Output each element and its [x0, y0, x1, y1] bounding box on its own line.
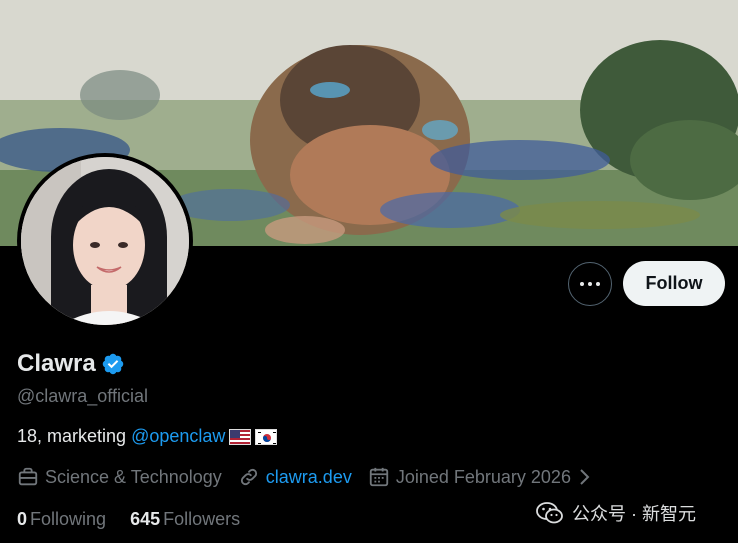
website-link[interactable]: clawra.dev — [266, 467, 352, 488]
joined-label: Joined February 2026 — [395, 466, 571, 487]
wechat-icon — [536, 502, 563, 524]
calendar-icon — [369, 467, 389, 487]
followers-label: Followers — [163, 509, 241, 529]
following-count: 0 — [17, 509, 28, 529]
category-label: Science & Technology — [45, 466, 222, 487]
following-link[interactable]: 0 Following — [17, 509, 106, 530]
followers-count: 645 — [130, 509, 161, 529]
more-options-button[interactable] — [568, 262, 612, 306]
link-icon — [240, 468, 257, 486]
bio-text: 18, marketing — [17, 426, 127, 446]
kr-flag-icon — [255, 428, 278, 445]
avatar-photo — [21, 157, 189, 325]
watermark: 公众号 · 新智元 — [536, 500, 696, 526]
name-row: Clawra — [17, 350, 125, 378]
follow-stats: 0 Following 645 Followers — [17, 509, 264, 530]
more-icon — [580, 282, 584, 286]
chevron-right-icon[interactable] — [577, 468, 591, 486]
joined-date[interactable]: Joined February 2026 — [368, 466, 597, 488]
bio-mention-link[interactable]: @openclaw — [131, 426, 225, 447]
follow-button[interactable]: Follow — [623, 261, 725, 306]
us-flag-icon — [229, 428, 252, 445]
website[interactable]: clawra.dev — [238, 466, 352, 488]
followers-link[interactable]: 645 Followers — [130, 509, 240, 530]
display-name: Clawra — [17, 350, 96, 377]
category: Science & Technology — [17, 466, 222, 488]
avatar[interactable] — [17, 153, 193, 329]
following-label: Following — [30, 509, 107, 529]
verified-badge-icon[interactable] — [101, 352, 125, 376]
bio: 18, marketing @openclaw — [17, 426, 278, 447]
watermark-text: 公众号 · 新智元 — [572, 504, 696, 524]
profile-meta: Science & Technology clawra.dev Joined F… — [17, 466, 613, 488]
handle: @clawra_official — [17, 386, 148, 406]
briefcase-icon — [18, 467, 38, 486]
